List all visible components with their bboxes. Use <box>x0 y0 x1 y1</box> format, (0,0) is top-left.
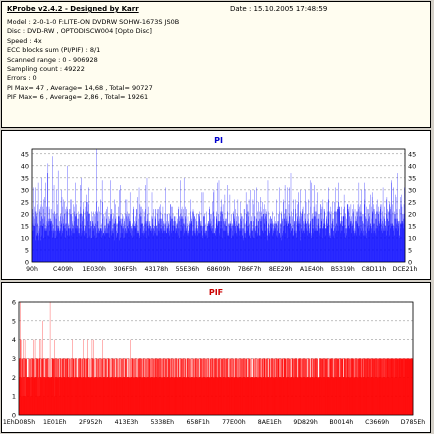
y-tick-label-right: 25 <box>408 198 416 206</box>
chart-title: PIF <box>209 288 223 297</box>
y-tick-label-right: 10 <box>408 234 416 242</box>
x-tick-label: 5338Eh <box>150 419 174 426</box>
y-tick-label: 40 <box>21 162 29 170</box>
x-tick-label: 55E36h <box>176 266 200 273</box>
pi-chart: PI0 05 510 1015 1520 2025 2530 3035 3540 4045 4590… <box>21 136 418 273</box>
x-tick-label: D785Eh <box>401 419 425 426</box>
x-tick-label: 8EE29h <box>269 266 293 273</box>
y-tick-label: 30 <box>21 186 29 194</box>
y-tick-label-right: 45 <box>408 150 416 158</box>
x-tick-label: 306F5h <box>114 266 137 273</box>
x-tick-label: 1E01Eh <box>43 419 67 426</box>
scan-info-list: Model : 2-0-1-0 F:LITE-ON DVDRW SOHW-167… <box>7 18 179 103</box>
x-tick-label: C3669h <box>365 419 389 426</box>
y-tick-label: 5 <box>12 317 16 325</box>
y-tick-label: 45 <box>21 150 29 158</box>
y-tick-label: 15 <box>21 222 29 230</box>
pi-chart-panel: PI 0 0 5 5 10 10 15 15 20 20 25 25 30 30 35 35 40 40 45 45 90… <box>1 130 431 280</box>
y-tick-label: 3 <box>12 355 16 363</box>
disc-info: Disc : DVD-RW , OPTODISCW004 [Opto Disc] <box>7 27 152 36</box>
x-tick-label: B0014h <box>329 419 353 426</box>
x-tick-label: 8AE1Eh <box>258 419 282 426</box>
speed-info: Speed : 4x <box>7 36 42 45</box>
y-tick-label-right: 30 <box>408 186 416 194</box>
y-tick-label: 5 <box>25 246 29 254</box>
x-tick-label: A1E40h <box>300 266 324 273</box>
scanned-range: Scanned range : 0 - 906928 <box>7 55 98 64</box>
x-tick-label: 658F1h <box>186 419 209 426</box>
x-tick-label: 43178h <box>145 266 169 273</box>
x-tick-label: 2F952h <box>79 419 102 426</box>
y-tick-label-right: 35 <box>408 174 416 182</box>
y-tick-label: 10 <box>21 234 29 242</box>
y-tick-label: 1 <box>12 393 16 401</box>
info-panel: KProbe v2.4.2 - Designed by Karr Date : … <box>1 1 431 128</box>
sampling-count: Sampling count : 49222 <box>7 65 85 74</box>
scan-date: Date : 15.10.2005 17:48:59 <box>230 5 328 13</box>
y-tick-label: 35 <box>21 174 29 182</box>
x-tick-label: 68609h <box>207 266 231 273</box>
y-tick-label-right: 5 <box>408 246 412 254</box>
y-tick-label-right: 15 <box>408 222 416 230</box>
errors-count: Errors : 0 <box>7 74 37 83</box>
pif-chart: PIF01234561EhD085h 1E01Eh 2F952h 413E3h 5338… <box>3 288 425 426</box>
x-tick-label: 1EhD085h <box>3 419 35 426</box>
pif-summary: PIF Max= 6 , Average= 2,86 , Total= 1926… <box>7 93 149 102</box>
drive-model: Model : 2-0-1-0 F:LITE-ON DVDRW SOHW-167… <box>7 18 180 26</box>
y-tick-label: 6 <box>12 299 16 307</box>
y-tick-label: 20 <box>21 210 29 218</box>
pif-chart-panel: PIF 0 1 2 3 4 5 6 1EhD085h 1E01Eh 2F952h 413E3h 5338… <box>1 282 431 433</box>
x-tick-label: DCE21h <box>393 266 418 273</box>
y-tick-label: 25 <box>21 198 29 206</box>
x-tick-label: 9D829h <box>293 419 318 426</box>
pi-summary: PI Max= 47 , Average= 14,68 , Total= 907… <box>7 83 153 92</box>
x-tick-label: 77E00h <box>222 419 246 426</box>
y-tick-label: 4 <box>12 336 16 344</box>
x-tick-label: C8D11h <box>362 266 387 273</box>
y-tick-label: 2 <box>12 374 16 382</box>
chart-title: PI <box>214 136 223 145</box>
x-tick-label: B5319h <box>331 266 355 273</box>
x-tick-label: 1E030h <box>82 266 106 273</box>
x-tick-label: 90h <box>26 266 38 273</box>
app-title: KProbe v2.4.2 - Designed by Karr <box>7 5 139 13</box>
y-tick-label-right: 20 <box>408 210 416 218</box>
y-tick-label-right: 40 <box>408 162 416 170</box>
x-tick-label: C409h <box>53 266 73 273</box>
x-tick-label: 7B6F7h <box>238 266 262 273</box>
ecc-info: ECC blocks sum (PI/PIF) : 8/1 <box>7 46 101 55</box>
x-tick-label: 413E3h <box>115 419 139 426</box>
